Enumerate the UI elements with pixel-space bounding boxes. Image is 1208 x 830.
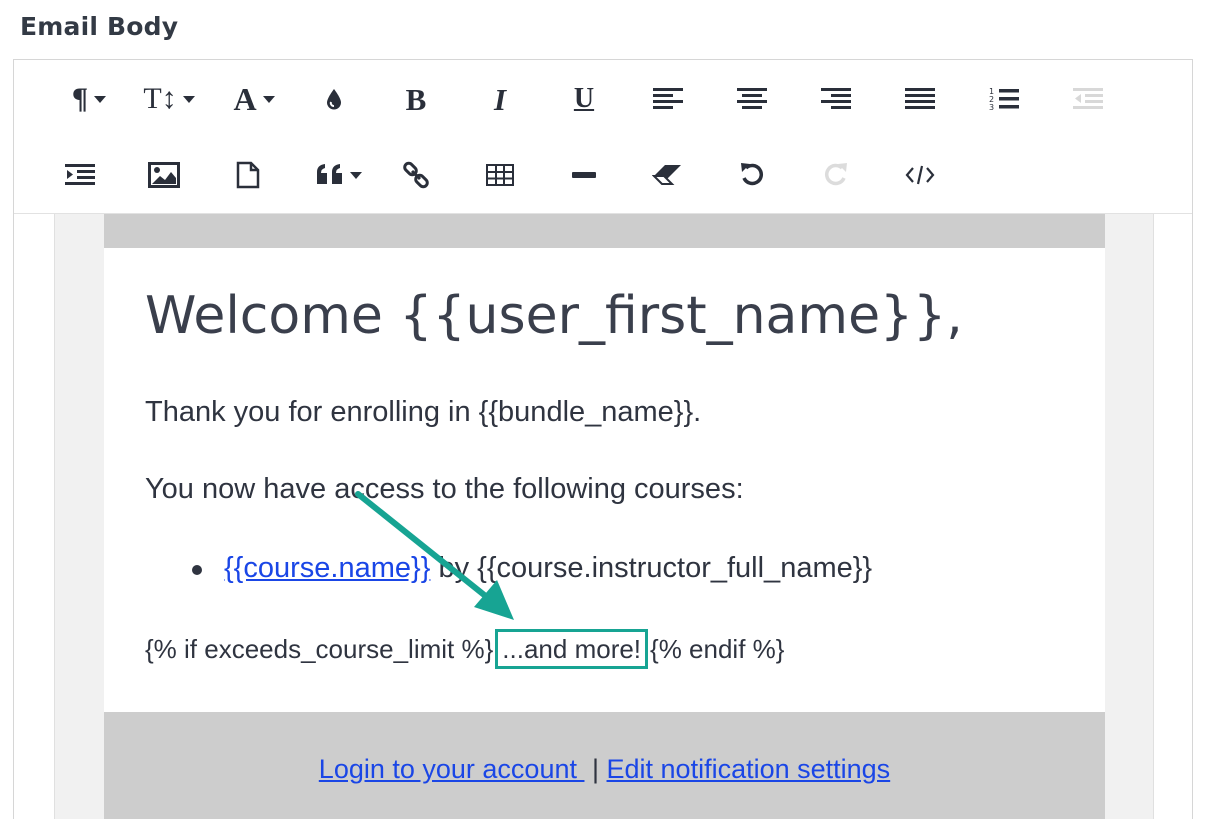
list-bullet — [192, 565, 202, 575]
paragraph-style-button[interactable]: ¶ — [59, 74, 119, 124]
justify-button[interactable] — [900, 74, 940, 124]
courses-intro-text: You now have access to the following cou… — [145, 473, 744, 505]
email-footer: Login to your account | Edit notificatio… — [104, 712, 1105, 819]
redo-icon — [825, 163, 847, 186]
align-justify-icon — [905, 88, 935, 109]
login-link[interactable]: Login to your account — [319, 754, 585, 784]
and-more-highlight: ...and more! — [495, 629, 649, 669]
outdent-button[interactable] — [1068, 74, 1108, 124]
course-instructor-text: by {{course.instructor_full_name}} — [430, 552, 873, 584]
insert-image-button[interactable] — [144, 150, 184, 200]
email-body-label: Email Body — [20, 12, 179, 41]
insert-table-button[interactable] — [480, 150, 520, 200]
editor-content-area[interactable]: Welcome {{user_first_name}}, Thank you f… — [14, 214, 1192, 819]
italic-button[interactable]: I — [480, 74, 520, 124]
minus-icon — [572, 172, 596, 178]
bold-icon: B — [405, 81, 427, 117]
svg-text:3: 3 — [989, 103, 994, 112]
outdent-icon — [1073, 88, 1103, 109]
footer-links: Login to your account | Edit notificatio… — [104, 754, 1105, 785]
clear-formatting-button[interactable] — [648, 150, 688, 200]
highlight-color-button[interactable] — [314, 74, 354, 124]
footer-separator: | — [584, 754, 607, 784]
italic-icon: I — [493, 81, 507, 117]
content-gutter-right — [1105, 214, 1154, 819]
align-center-icon — [737, 88, 767, 109]
undo-icon — [741, 163, 763, 186]
notification-settings-link[interactable]: Edit notification settings — [607, 754, 891, 784]
horizontal-rule-button[interactable] — [564, 150, 604, 200]
redo-button[interactable] — [816, 150, 856, 200]
align-right-icon — [821, 88, 851, 109]
code-view-button[interactable] — [900, 150, 940, 200]
indent-icon — [65, 164, 95, 185]
blockquote-button[interactable] — [309, 150, 369, 200]
link-icon — [403, 161, 429, 189]
rich-text-editor: ¶ T↕ A B I U 123 Welcome {{user_first_na… — [13, 59, 1193, 819]
eraser-icon — [652, 165, 681, 185]
table-icon — [486, 164, 514, 186]
ordered-list-icon: 123 — [989, 87, 1019, 112]
enrollment-text: Thank you for enrolling in {{bundle_name… — [145, 396, 702, 428]
droplet-icon — [327, 89, 341, 110]
condition-end-tag: {% endif %} — [650, 634, 785, 664]
course-list-item: {{course.name}} by {{course.instructor_f… — [224, 552, 872, 585]
align-center-button[interactable] — [732, 74, 772, 124]
align-left-icon — [653, 88, 683, 109]
font-size-button[interactable]: T↕ — [139, 74, 199, 124]
image-icon — [148, 162, 180, 188]
quote-icon — [317, 164, 342, 184]
email-header-bar — [104, 214, 1105, 248]
insert-file-button[interactable] — [228, 150, 268, 200]
conditional-line: {% if exceeds_course_limit %} ...and more… — [145, 629, 785, 669]
editor-toolbar: ¶ T↕ A B I U 123 — [14, 60, 1192, 214]
insert-link-button[interactable] — [396, 150, 436, 200]
bold-button[interactable]: B — [396, 74, 436, 124]
undo-button[interactable] — [732, 150, 772, 200]
condition-start-tag: {% if exceeds_course_limit %} — [145, 634, 494, 664]
email-heading: Welcome {{user_first_name}}, — [145, 286, 963, 346]
underline-button[interactable]: U — [564, 74, 604, 124]
ordered-list-button[interactable]: 123 — [984, 74, 1024, 124]
content-gutter-left — [54, 214, 105, 819]
letter-a-icon: A — [233, 81, 257, 117]
font-color-button[interactable]: A — [224, 74, 284, 124]
pilcrow-icon: ¶ — [71, 82, 89, 115]
course-name-link[interactable]: {{course.name}} — [224, 552, 430, 584]
code-icon — [905, 165, 935, 185]
file-icon — [236, 161, 260, 189]
email-template-card: Welcome {{user_first_name}}, Thank you f… — [104, 214, 1105, 819]
align-left-button[interactable] — [648, 74, 688, 124]
text-height-icon: T↕ — [143, 82, 177, 115]
underline-icon: U — [573, 83, 595, 114]
indent-button[interactable] — [60, 150, 100, 200]
align-right-button[interactable] — [816, 74, 856, 124]
